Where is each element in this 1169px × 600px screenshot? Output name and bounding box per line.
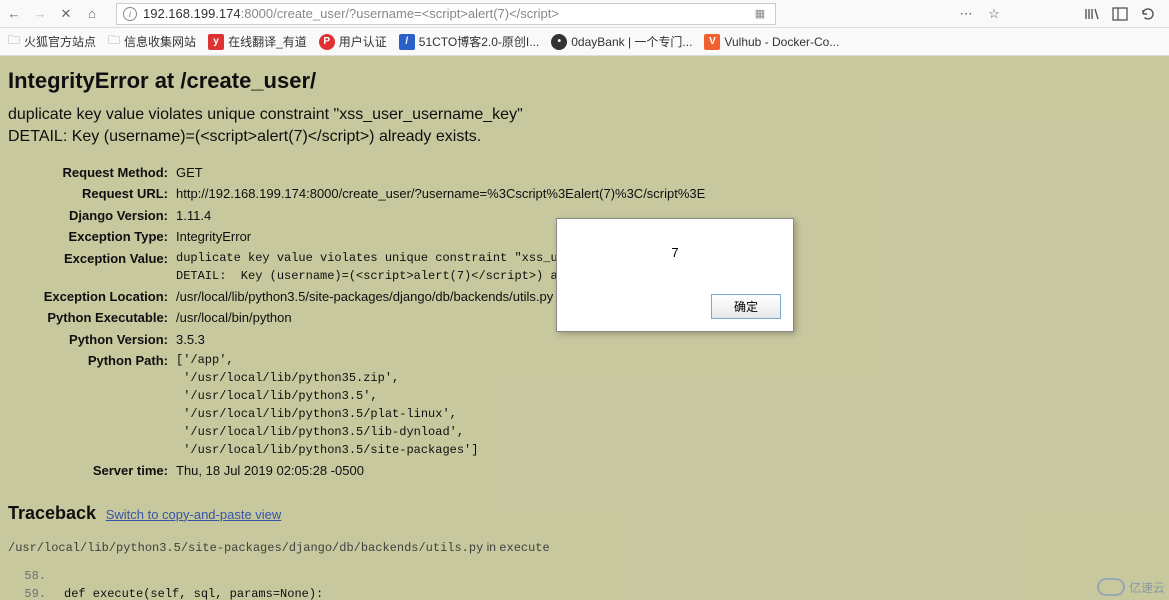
bookmark-item[interactable]: 🗀火狐官方站点 — [8, 31, 96, 52]
sidebar-icon[interactable] — [1111, 5, 1129, 23]
reader-icon[interactable]: ▦ — [751, 5, 769, 23]
site-icon: y — [208, 34, 224, 50]
folder-icon: 🗀 — [108, 31, 120, 52]
back-button[interactable]: ← — [4, 4, 24, 24]
forward-button[interactable]: → — [30, 4, 50, 24]
alert-ok-button[interactable]: 确定 — [711, 294, 781, 319]
more-icon[interactable]: ⋯ — [957, 5, 975, 23]
bookmark-item[interactable]: VVulhub - Docker-Co... — [704, 34, 839, 50]
watermark: 亿速云 — [1097, 578, 1165, 596]
bookmark-item[interactable]: P用户认证 — [319, 33, 387, 50]
alert-dialog: 7 确定 — [556, 218, 794, 332]
bookmark-item[interactable]: 🗀信息收集网站 — [108, 31, 196, 52]
browser-toolbar: ← → ✕ ⌂ i 192.168.199.174:8000/create_us… — [0, 0, 1169, 28]
info-icon[interactable]: i — [123, 7, 137, 21]
url-bar[interactable]: i 192.168.199.174:8000/create_user/?user… — [116, 3, 776, 25]
library-icon[interactable] — [1083, 5, 1101, 23]
bookmark-star-icon[interactable]: ☆ — [985, 5, 1003, 23]
folder-icon: 🗀 — [8, 31, 20, 52]
site-icon: • — [551, 34, 567, 50]
home-button[interactable]: ⌂ — [82, 4, 102, 24]
bookmark-item[interactable]: /51CTO博客2.0-原创I... — [399, 33, 539, 50]
site-icon: P — [319, 34, 335, 50]
refresh-icon[interactable] — [1139, 5, 1157, 23]
site-icon: / — [399, 34, 415, 50]
bookmark-item[interactable]: y在线翻译_有道 — [208, 33, 307, 50]
site-icon: V — [704, 34, 720, 50]
bookmark-item[interactable]: •0dayBank | 一个专门... — [551, 33, 692, 50]
stop-button[interactable]: ✕ — [56, 4, 76, 24]
bookmarks-bar: 🗀火狐官方站点 🗀信息收集网站 y在线翻译_有道 P用户认证 /51CTO博客2… — [0, 28, 1169, 56]
cloud-icon — [1097, 578, 1125, 596]
url-text: 192.168.199.174:8000/create_user/?userna… — [143, 6, 751, 21]
alert-message: 7 — [557, 219, 793, 286]
